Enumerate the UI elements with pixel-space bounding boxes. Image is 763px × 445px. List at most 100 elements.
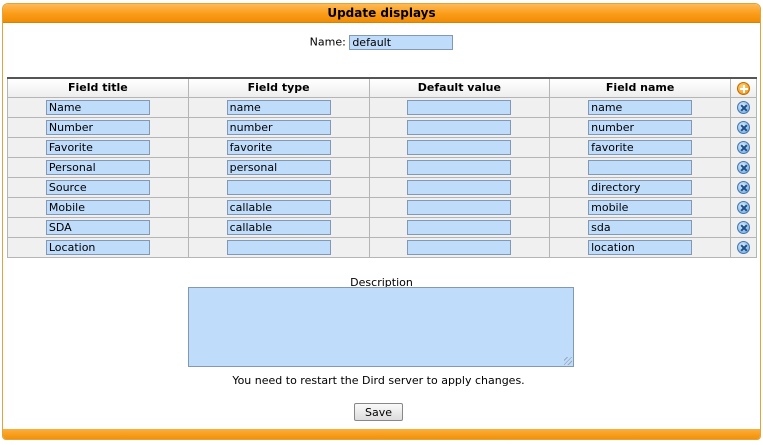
delete-icon[interactable] [737, 140, 750, 154]
table-cell [368, 216, 551, 238]
table-cell [549, 96, 731, 118]
save-button[interactable]: Save [353, 403, 403, 421]
field-title-input[interactable] [45, 219, 150, 235]
field-type-input[interactable] [226, 199, 331, 215]
table-cell [187, 136, 370, 158]
table-row [7, 176, 757, 198]
field-name-input[interactable] [588, 139, 693, 155]
table-cell [368, 136, 551, 158]
table-cell [7, 96, 189, 118]
field-type-input[interactable] [226, 179, 331, 195]
table-cell-delete [730, 216, 757, 238]
table-cell [187, 156, 370, 178]
table-cell [549, 216, 731, 238]
name-label: Name: [309, 35, 346, 49]
default-value-input[interactable] [407, 139, 512, 155]
table-row [7, 116, 757, 138]
default-value-input[interactable] [407, 99, 512, 115]
table-cell [7, 176, 189, 198]
table-cell [368, 156, 551, 178]
table-cell [549, 156, 731, 178]
header-field-name: Field name [549, 77, 731, 98]
table-cell [7, 216, 189, 238]
resize-grip-icon[interactable] [564, 357, 572, 365]
panel-title: Update displays [3, 4, 760, 23]
field-title-input[interactable] [45, 179, 150, 195]
name-row: Name: [3, 34, 760, 50]
save-wrap: Save [0, 403, 757, 421]
default-value-input[interactable] [407, 219, 512, 235]
field-name-input[interactable] [588, 239, 693, 255]
table-cell [368, 116, 551, 138]
field-name-input[interactable] [588, 199, 693, 215]
default-value-input[interactable] [407, 179, 512, 195]
table-cell-delete [730, 96, 757, 118]
header-add-cell [730, 77, 757, 98]
field-title-input[interactable] [45, 199, 150, 215]
header-field-title: Field title [7, 77, 189, 98]
table-cell [187, 116, 370, 138]
default-value-input[interactable] [407, 159, 512, 175]
field-title-input[interactable] [45, 239, 150, 255]
table-cell [7, 136, 189, 158]
panel-footer-bar [3, 429, 760, 439]
delete-icon[interactable] [737, 160, 750, 174]
description-textarea[interactable] [188, 287, 574, 367]
table-cell [187, 236, 370, 258]
delete-icon[interactable] [737, 220, 750, 234]
header-field-type: Field type [187, 77, 370, 98]
table-cell-delete [730, 156, 757, 178]
field-type-input[interactable] [226, 99, 331, 115]
table-cell [7, 196, 189, 218]
table-row [7, 156, 757, 178]
field-title-input[interactable] [45, 99, 150, 115]
field-type-input[interactable] [226, 159, 331, 175]
table-cell [368, 196, 551, 218]
field-title-input[interactable] [45, 159, 150, 175]
table-cell [7, 156, 189, 178]
table-cell-delete [730, 116, 757, 138]
field-type-input[interactable] [226, 139, 331, 155]
table-cell-delete [730, 236, 757, 258]
table-cell [7, 116, 189, 138]
table-cell [549, 136, 731, 158]
table-cell [368, 96, 551, 118]
default-value-input[interactable] [407, 119, 512, 135]
delete-icon[interactable] [737, 120, 750, 134]
field-type-input[interactable] [226, 119, 331, 135]
table-cell [549, 176, 731, 198]
field-name-input[interactable] [588, 159, 693, 175]
field-type-input[interactable] [226, 239, 331, 255]
table-cell [368, 236, 551, 258]
delete-icon[interactable] [737, 240, 750, 254]
table-header-row: Field title Field type Default value Fie… [7, 77, 757, 98]
table-cell [549, 196, 731, 218]
table-cell [187, 196, 370, 218]
table-row [7, 96, 757, 118]
field-title-input[interactable] [45, 119, 150, 135]
table-cell-delete [730, 176, 757, 198]
delete-icon[interactable] [737, 100, 750, 114]
name-input[interactable] [349, 34, 454, 50]
field-name-input[interactable] [588, 99, 693, 115]
restart-message: You need to restart the Dird server to a… [232, 374, 525, 387]
table-cell [187, 216, 370, 238]
table-cell [549, 236, 731, 258]
table-cell [7, 236, 189, 258]
table-cell-delete [730, 196, 757, 218]
field-type-input[interactable] [226, 219, 331, 235]
table-cell [187, 176, 370, 198]
default-value-input[interactable] [407, 199, 512, 215]
table-cell [549, 116, 731, 138]
field-title-input[interactable] [45, 139, 150, 155]
table-row [7, 196, 757, 218]
add-icon[interactable] [737, 81, 750, 95]
delete-icon[interactable] [737, 200, 750, 214]
field-name-input[interactable] [588, 119, 693, 135]
header-default-value: Default value [368, 77, 551, 98]
field-name-input[interactable] [588, 219, 693, 235]
default-value-input[interactable] [407, 239, 512, 255]
delete-icon[interactable] [737, 180, 750, 194]
field-name-input[interactable] [588, 179, 693, 195]
table-row [7, 216, 757, 238]
